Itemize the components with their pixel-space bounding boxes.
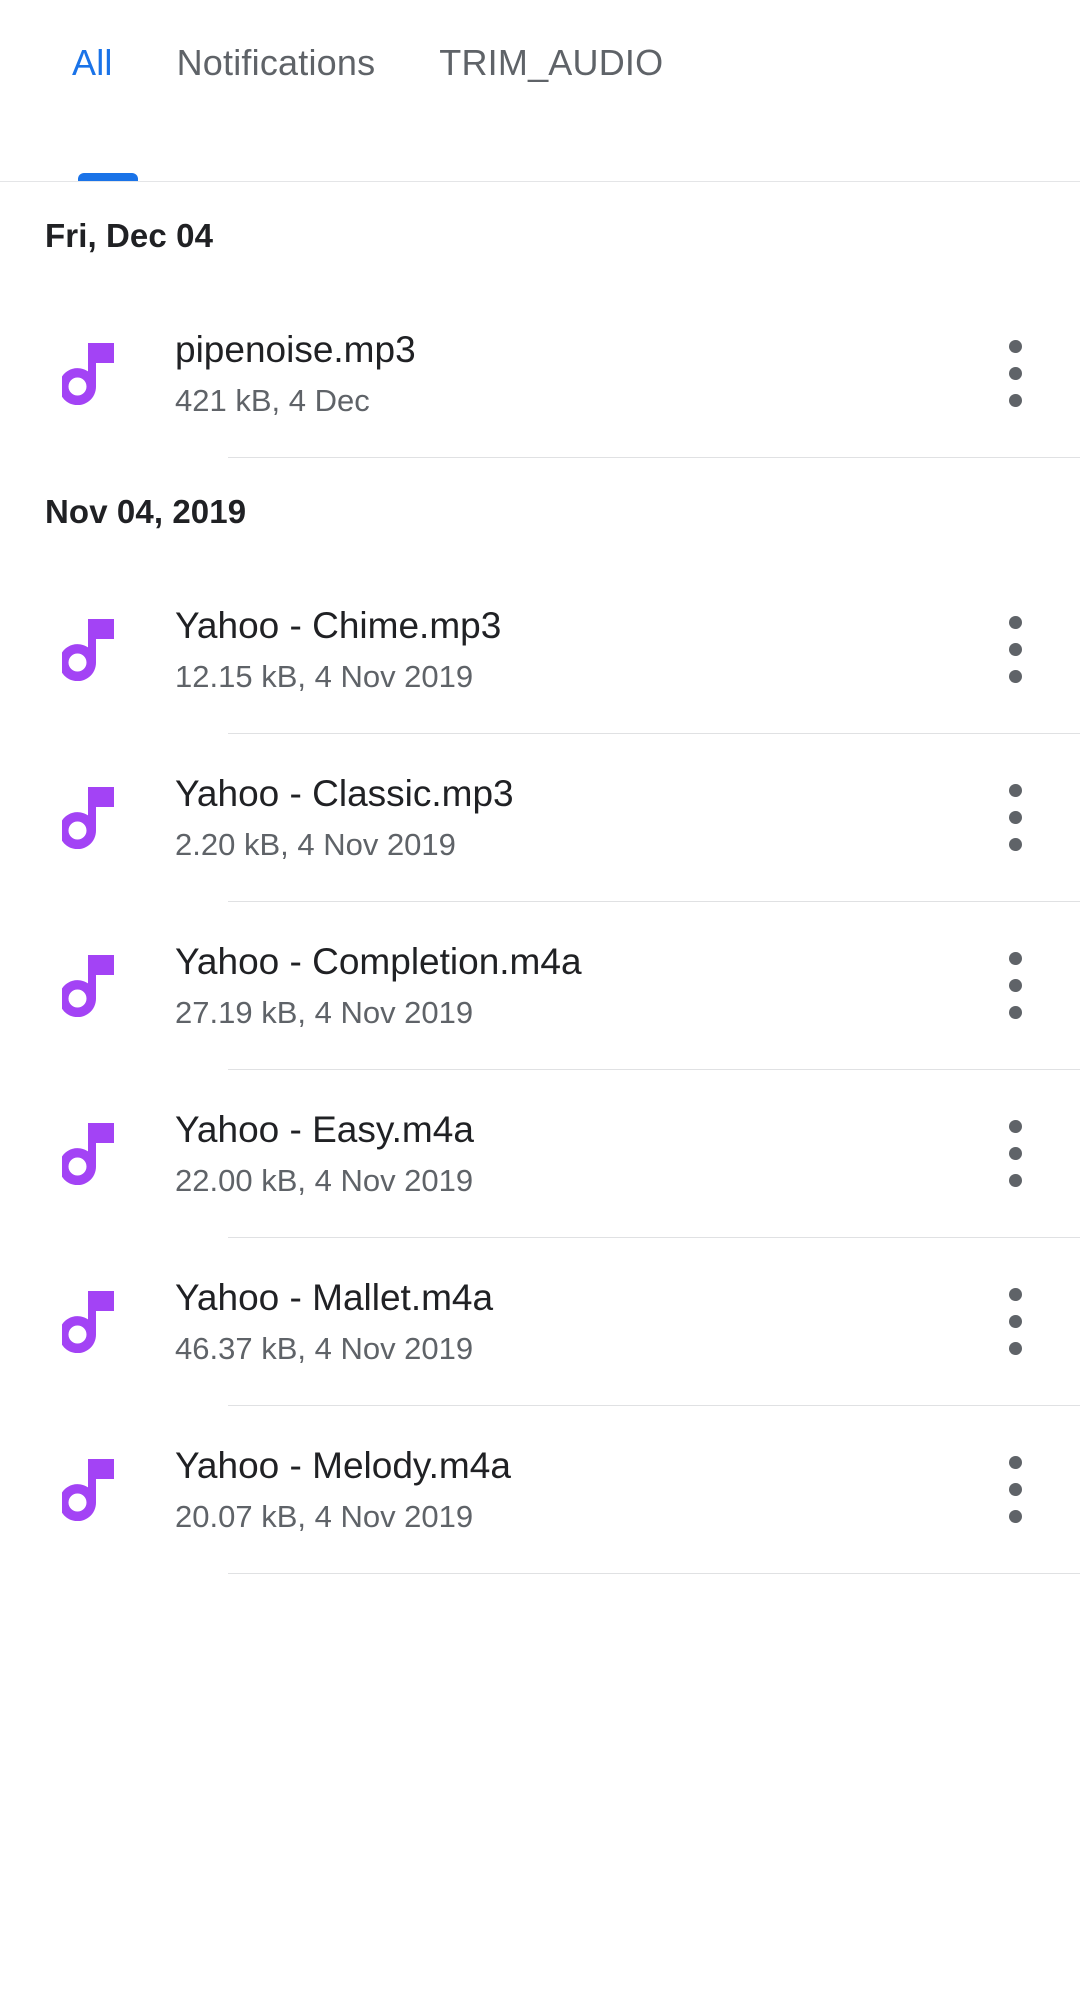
file-row[interactable]: Yahoo - Melody.m4a 20.07 kB, 4 Nov 2019 bbox=[0, 1406, 1080, 1573]
overflow-dot bbox=[1008, 1288, 1022, 1301]
tab-notifications[interactable]: Notifications bbox=[145, 0, 408, 126]
tab-label: TRIM_AUDIO bbox=[439, 42, 664, 83]
overflow-menu-icon[interactable] bbox=[950, 1238, 1080, 1405]
tab-all[interactable]: All bbox=[40, 0, 145, 126]
file-row[interactable]: Yahoo - Chime.mp3 12.15 kB, 4 Nov 2019 bbox=[0, 566, 1080, 733]
overflow-dot bbox=[1008, 1456, 1022, 1469]
overflow-dot bbox=[1008, 340, 1022, 353]
music-note-icon bbox=[0, 1290, 175, 1353]
overflow-dot bbox=[1008, 1120, 1022, 1133]
overflow-dot bbox=[1008, 670, 1022, 683]
file-info: Yahoo - Mallet.m4a 46.37 kB, 4 Nov 2019 bbox=[175, 1275, 950, 1368]
music-note-icon bbox=[0, 1122, 175, 1185]
file-meta: 421 kB, 4 Dec bbox=[175, 383, 370, 418]
file-info: Yahoo - Easy.m4a 22.00 kB, 4 Nov 2019 bbox=[175, 1107, 950, 1200]
file-info: Yahoo - Completion.m4a 27.19 kB, 4 Nov 20… bbox=[175, 939, 950, 1032]
file-name: Yahoo - Mallet.m4a bbox=[175, 1277, 494, 1318]
overflow-dot bbox=[1008, 1006, 1022, 1019]
music-note-icon bbox=[0, 1458, 175, 1521]
file-info: Yahoo - Chime.mp3 12.15 kB, 4 Nov 2019 bbox=[175, 603, 950, 696]
file-meta: 20.07 kB, 4 Nov 2019 bbox=[175, 1499, 474, 1534]
overflow-menu-icon[interactable] bbox=[950, 566, 1080, 733]
section-header: Nov 04, 2019 bbox=[0, 458, 1080, 566]
file-name: Yahoo - Easy.m4a bbox=[175, 1109, 474, 1150]
file-name: pipenoise.mp3 bbox=[175, 329, 416, 370]
file-info: pipenoise.mp3 421 kB, 4 Dec bbox=[175, 327, 950, 420]
overflow-menu-icon[interactable] bbox=[950, 1406, 1080, 1573]
file-meta: 12.15 kB, 4 Nov 2019 bbox=[175, 659, 474, 694]
file-meta: 27.19 kB, 4 Nov 2019 bbox=[175, 995, 474, 1030]
overflow-dot bbox=[1008, 1510, 1022, 1523]
overflow-dot bbox=[1008, 1147, 1022, 1160]
file-meta: 46.37 kB, 4 Nov 2019 bbox=[175, 1331, 474, 1366]
tab-label: All bbox=[72, 42, 113, 83]
tab-bar: All Notifications TRIM_AUDIO bbox=[0, 0, 1080, 196]
overflow-dot bbox=[1008, 643, 1022, 656]
overflow-dot bbox=[1008, 394, 1022, 407]
file-list: Fri, Dec 04 pipenoise.mp3 421 kB, 4 Dec Nov… bbox=[0, 182, 1080, 1574]
file-row[interactable]: Yahoo - Completion.m4a 27.19 kB, 4 Nov 20… bbox=[0, 902, 1080, 1069]
tab-trim-audio[interactable]: TRIM_AUDIO bbox=[407, 0, 695, 126]
file-row[interactable]: Yahoo - Mallet.m4a 46.37 kB, 4 Nov 2019 bbox=[0, 1238, 1080, 1405]
music-note-icon bbox=[0, 954, 175, 1017]
file-name: Yahoo - Melody.m4a bbox=[175, 1445, 511, 1486]
section-header-text: Nov 04, 2019 bbox=[45, 493, 247, 530]
file-meta: 2.20 kB, 4 Nov 2019 bbox=[175, 827, 456, 862]
overflow-dot bbox=[1008, 1342, 1022, 1355]
file-name: Yahoo - Classic.mp3 bbox=[175, 773, 514, 814]
file-row[interactable]: pipenoise.mp3 421 kB, 4 Dec bbox=[0, 290, 1080, 457]
file-meta: 22.00 kB, 4 Nov 2019 bbox=[175, 1163, 474, 1198]
file-info: Yahoo - Melody.m4a 20.07 kB, 4 Nov 2019 bbox=[175, 1443, 950, 1536]
overflow-dot bbox=[1008, 1315, 1022, 1328]
tab-strip: All Notifications TRIM_AUDIO bbox=[0, 0, 1080, 182]
overflow-dot bbox=[1008, 838, 1022, 851]
overflow-dot bbox=[1008, 367, 1022, 380]
file-name: Yahoo - Completion.m4a bbox=[175, 941, 582, 982]
overflow-dot bbox=[1008, 1483, 1022, 1496]
overflow-dot bbox=[1008, 952, 1022, 965]
file-name: Yahoo - Chime.mp3 bbox=[175, 605, 502, 646]
file-info: Yahoo - Classic.mp3 2.20 kB, 4 Nov 2019 bbox=[175, 771, 950, 864]
overflow-menu-icon[interactable] bbox=[950, 290, 1080, 457]
music-note-icon bbox=[0, 786, 175, 849]
overflow-dot bbox=[1008, 1174, 1022, 1187]
music-note-icon bbox=[0, 618, 175, 681]
music-note-icon bbox=[0, 342, 175, 405]
overflow-menu-icon[interactable] bbox=[950, 734, 1080, 901]
overflow-dot bbox=[1008, 616, 1022, 629]
file-row[interactable]: Yahoo - Easy.m4a 22.00 kB, 4 Nov 2019 bbox=[0, 1070, 1080, 1237]
section-header: Fri, Dec 04 bbox=[0, 182, 1080, 290]
row-divider bbox=[228, 1573, 1080, 1574]
overflow-dot bbox=[1008, 811, 1022, 824]
overflow-menu-icon[interactable] bbox=[950, 902, 1080, 1069]
overflow-menu-icon[interactable] bbox=[950, 1070, 1080, 1237]
overflow-dot bbox=[1008, 979, 1022, 992]
section-header-text: Fri, Dec 04 bbox=[45, 217, 214, 254]
overflow-dot bbox=[1008, 784, 1022, 797]
file-row[interactable]: Yahoo - Classic.mp3 2.20 kB, 4 Nov 2019 bbox=[0, 734, 1080, 901]
tab-label: Notifications bbox=[176, 42, 376, 83]
